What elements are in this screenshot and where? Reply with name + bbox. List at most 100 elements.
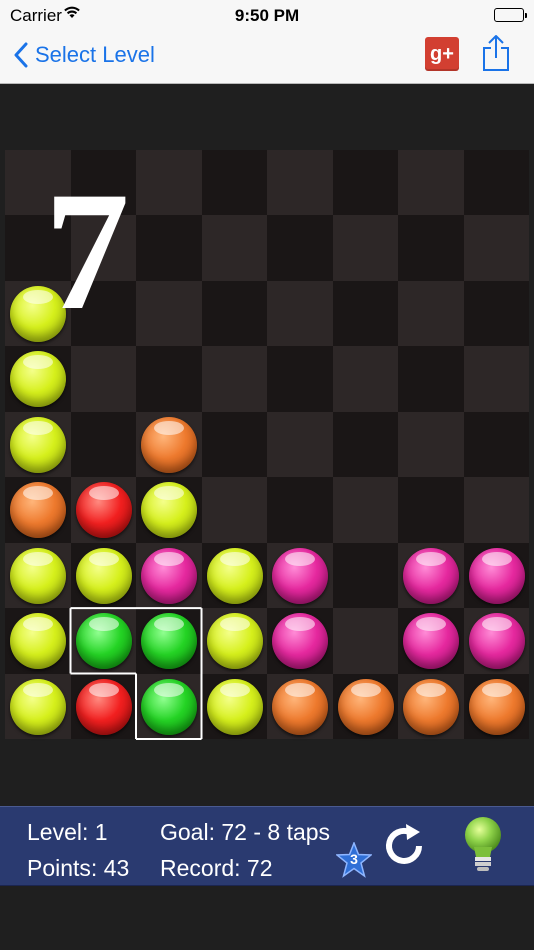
- board-cell[interactable]: [332, 411, 398, 478]
- board-cell[interactable]: [70, 280, 136, 347]
- board-cell[interactable]: [201, 280, 267, 347]
- board-cell[interactable]: [267, 280, 333, 347]
- ball-yellow[interactable]: [10, 285, 66, 342]
- board-cell[interactable]: [398, 673, 464, 739]
- board-cell[interactable]: [267, 673, 333, 739]
- board-cell[interactable]: [5, 411, 71, 478]
- ball-yellow[interactable]: [10, 613, 66, 670]
- board-cell[interactable]: [332, 608, 398, 674]
- board-cell[interactable]: [463, 608, 529, 674]
- board-cell[interactable]: [398, 150, 464, 216]
- ball-yellow[interactable]: [10, 351, 66, 408]
- board-cell[interactable]: [267, 411, 333, 478]
- ball-green[interactable]: [141, 613, 197, 670]
- board-cell[interactable]: [70, 150, 136, 216]
- ball-orange[interactable]: [10, 482, 66, 539]
- ball-orange[interactable]: [468, 678, 525, 735]
- board-cell[interactable]: [463, 477, 529, 543]
- board-cell[interactable]: [332, 346, 398, 412]
- ball-yellow[interactable]: [141, 482, 197, 539]
- board-cell[interactable]: [463, 150, 529, 216]
- ball-red[interactable]: [75, 482, 132, 539]
- share-button[interactable]: [482, 34, 510, 77]
- board-cell[interactable]: [267, 542, 333, 609]
- board-cell[interactable]: [136, 542, 202, 609]
- board-cell[interactable]: [70, 346, 136, 412]
- ball-orange[interactable]: [141, 416, 197, 473]
- board-cell[interactable]: [201, 477, 267, 543]
- board-cell[interactable]: [5, 280, 71, 347]
- board-cell[interactable]: [463, 280, 529, 347]
- board-cell[interactable]: [5, 542, 71, 609]
- game-board[interactable]: [5, 150, 529, 739]
- ball-yellow[interactable]: [10, 678, 66, 735]
- board-cell[interactable]: [201, 215, 267, 281]
- board-cell[interactable]: [5, 673, 71, 739]
- ball-green[interactable]: [141, 678, 197, 735]
- ball-magenta[interactable]: [403, 613, 459, 670]
- restart-button[interactable]: [380, 822, 428, 875]
- board-cell[interactable]: [136, 150, 202, 216]
- board-cell[interactable]: [398, 477, 464, 543]
- ball-magenta[interactable]: [272, 613, 328, 670]
- board-cell[interactable]: [70, 673, 136, 739]
- board-cell[interactable]: [463, 346, 529, 412]
- ball-magenta[interactable]: [403, 547, 459, 604]
- board-cell[interactable]: [136, 477, 202, 543]
- hint-button[interactable]: [462, 815, 504, 878]
- board-cell[interactable]: [136, 673, 202, 739]
- board-cell[interactable]: [398, 411, 464, 478]
- board-cell[interactable]: [201, 346, 267, 412]
- board-cell[interactable]: [332, 673, 398, 739]
- board-cell[interactable]: [332, 280, 398, 347]
- ball-orange[interactable]: [403, 678, 459, 735]
- board-cell[interactable]: [267, 150, 333, 216]
- board-cell[interactable]: [398, 215, 464, 281]
- board-cell[interactable]: [5, 215, 71, 281]
- ball-yellow[interactable]: [206, 678, 263, 735]
- board-cell[interactable]: [332, 215, 398, 281]
- board-cell[interactable]: [201, 608, 267, 674]
- ball-yellow[interactable]: [206, 613, 263, 670]
- board-cell[interactable]: [267, 608, 333, 674]
- board-cell[interactable]: [463, 673, 529, 739]
- board-cell[interactable]: [70, 608, 136, 674]
- back-button[interactable]: Select Level: [14, 38, 155, 72]
- ball-magenta[interactable]: [468, 613, 525, 670]
- ball-magenta[interactable]: [468, 547, 525, 604]
- ball-yellow[interactable]: [10, 416, 66, 473]
- board-cell[interactable]: [201, 150, 267, 216]
- board-cell[interactable]: [398, 280, 464, 347]
- board-cell[interactable]: [332, 477, 398, 543]
- board-cell[interactable]: [136, 346, 202, 412]
- board-cell[interactable]: [136, 215, 202, 281]
- board-cell[interactable]: [332, 150, 398, 216]
- ball-orange[interactable]: [337, 678, 394, 735]
- board-cell[interactable]: [70, 215, 136, 281]
- board-cell[interactable]: [136, 280, 202, 347]
- board-cell[interactable]: [398, 346, 464, 412]
- board-cell[interactable]: [136, 608, 202, 674]
- ball-yellow[interactable]: [10, 547, 66, 604]
- ball-red[interactable]: [75, 678, 132, 735]
- ball-green[interactable]: [75, 613, 132, 670]
- board-cell[interactable]: [201, 411, 267, 478]
- board-cell[interactable]: [267, 346, 333, 412]
- ball-yellow[interactable]: [206, 547, 263, 604]
- board-cell[interactable]: [267, 215, 333, 281]
- board-cell[interactable]: [5, 608, 71, 674]
- board-cell[interactable]: [463, 542, 529, 609]
- board-cell[interactable]: [398, 608, 464, 674]
- board-cell[interactable]: [70, 411, 136, 478]
- board-cell[interactable]: [5, 150, 71, 216]
- board-cell[interactable]: [5, 346, 71, 412]
- google-plus-button[interactable]: g+: [425, 37, 459, 71]
- ball-yellow[interactable]: [75, 547, 132, 604]
- board-cell[interactable]: [201, 542, 267, 609]
- board-cell[interactable]: [201, 673, 267, 739]
- board-cell[interactable]: [70, 477, 136, 543]
- board-cell[interactable]: [70, 542, 136, 609]
- ball-orange[interactable]: [272, 678, 328, 735]
- board-cell[interactable]: [267, 477, 333, 543]
- board-cell[interactable]: [463, 215, 529, 281]
